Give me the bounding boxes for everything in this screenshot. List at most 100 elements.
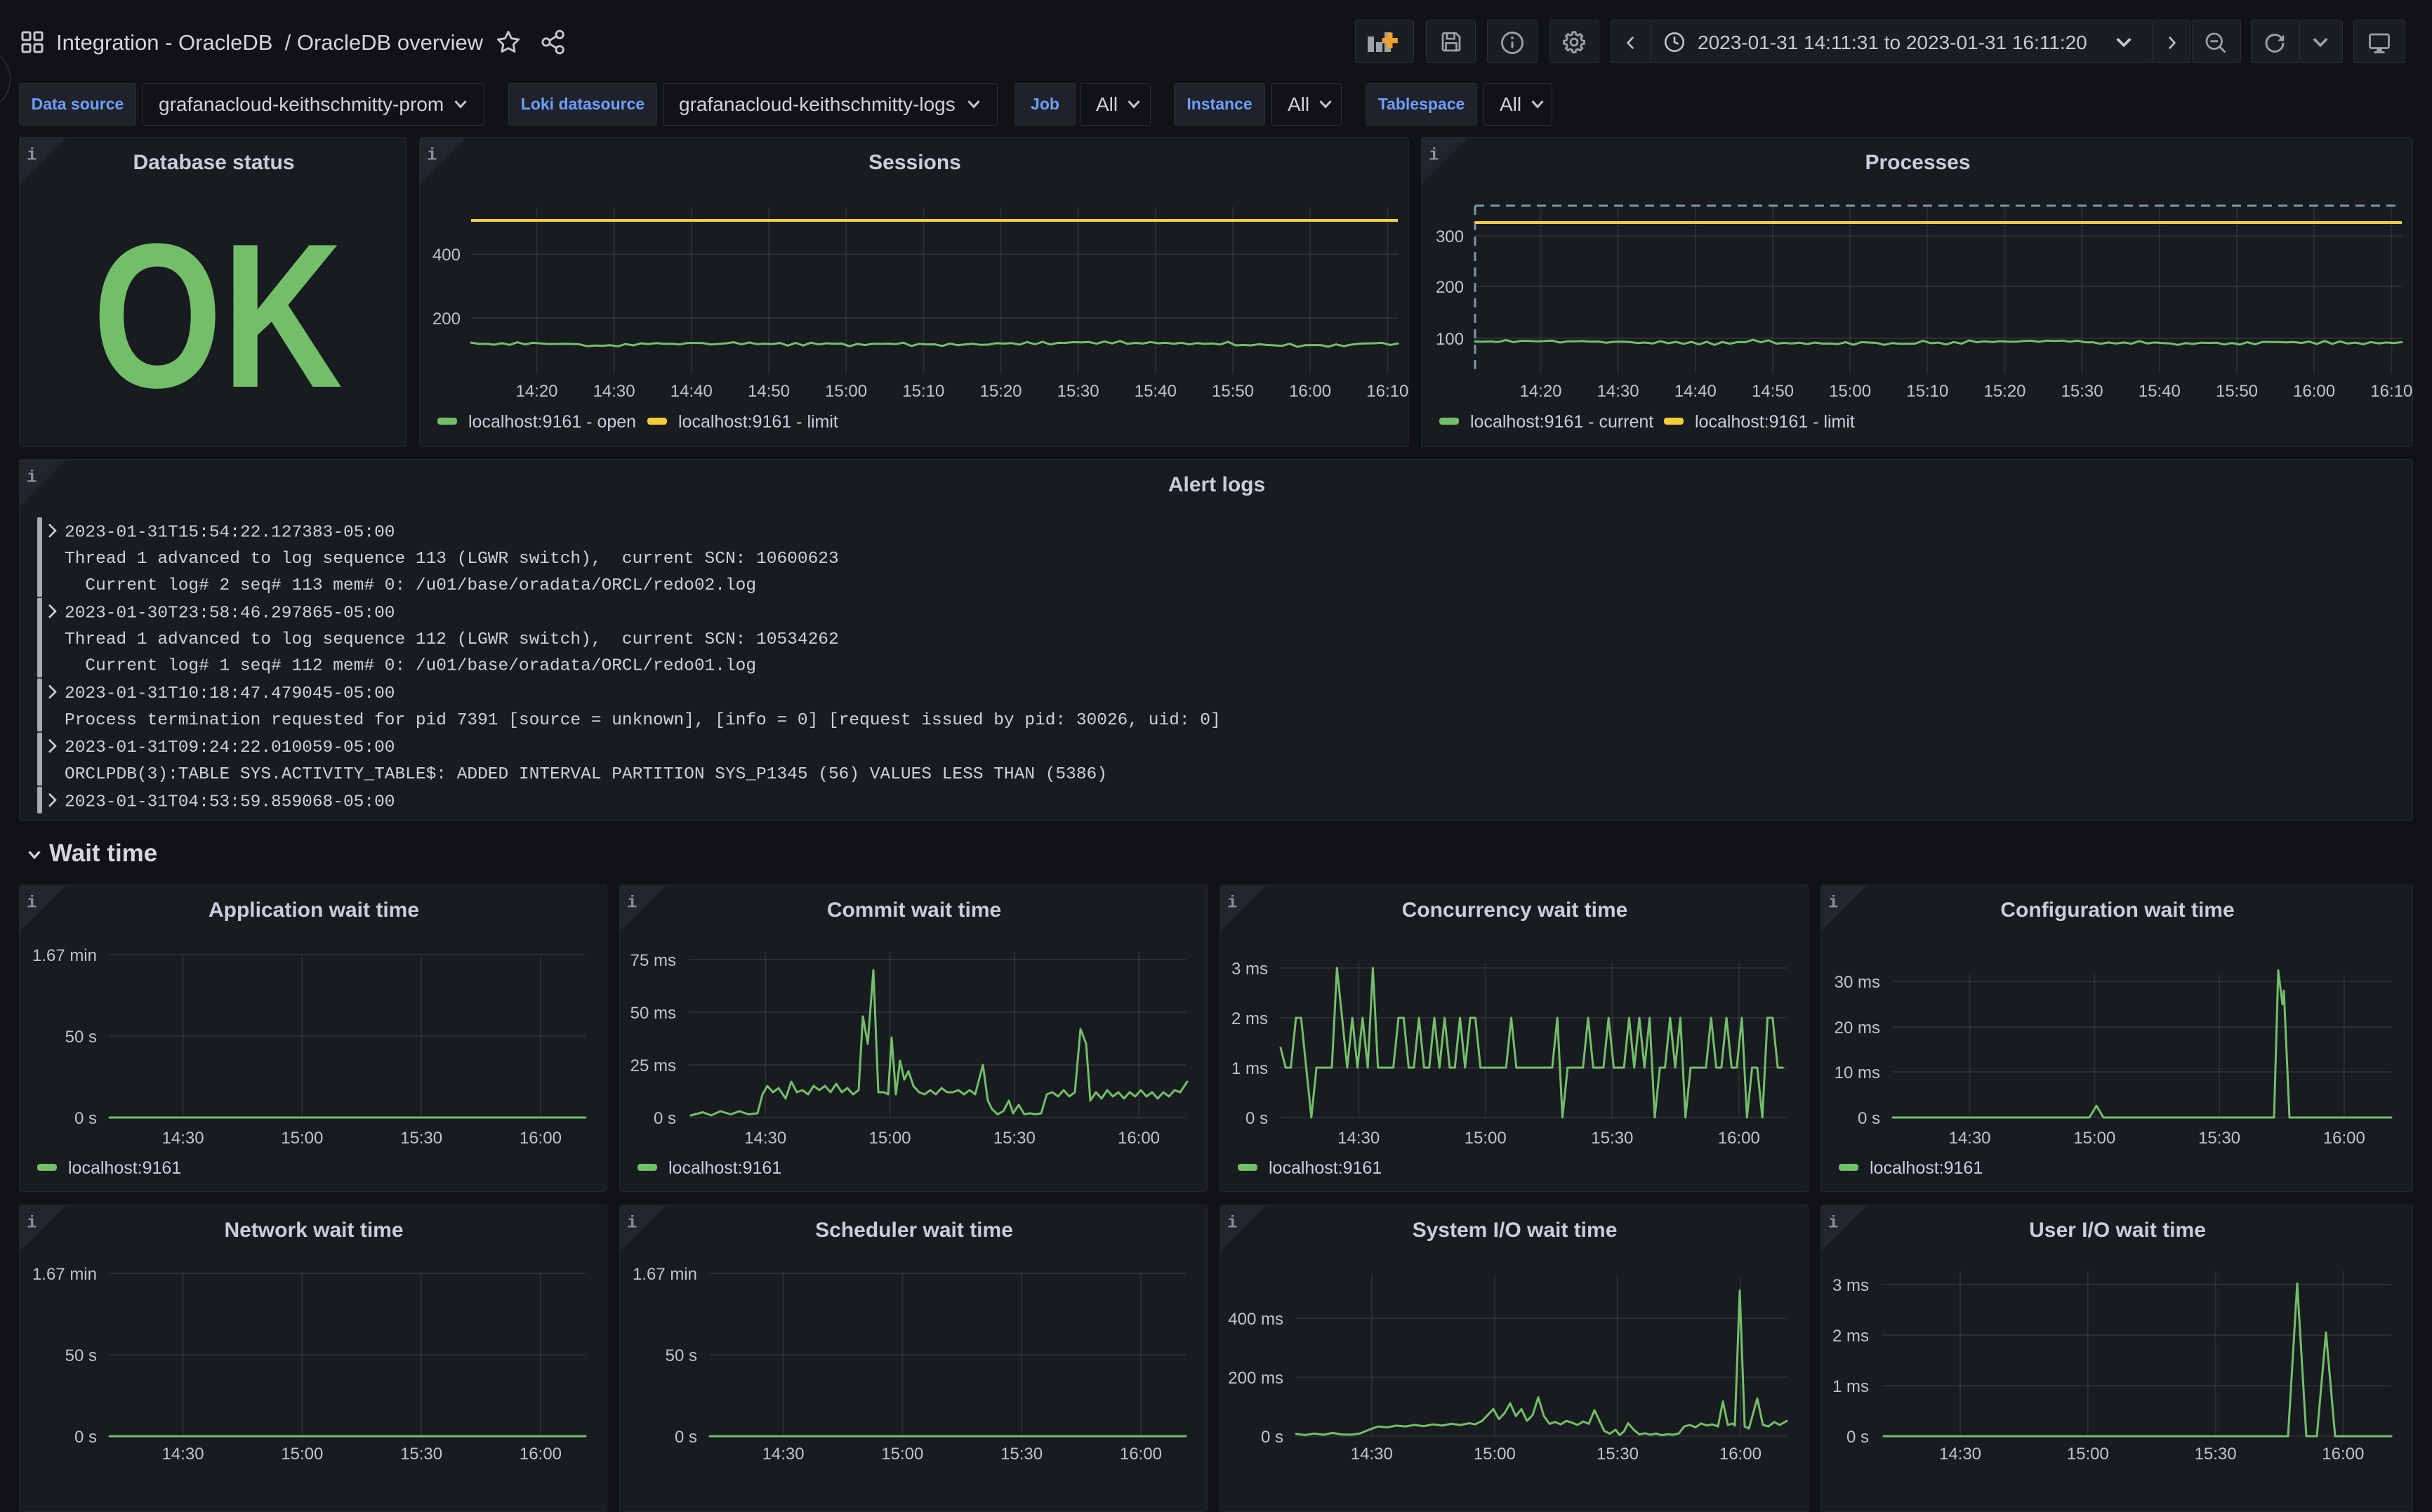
svg-text:Processes: Processes xyxy=(1865,151,1970,174)
svg-text:15:00: 15:00 xyxy=(281,1445,323,1464)
svg-text:15:50: 15:50 xyxy=(1212,382,1254,401)
svg-text:50 s: 50 s xyxy=(65,1028,97,1047)
svg-text:System I/O wait time: System I/O wait time xyxy=(1413,1219,1618,1242)
svg-text:14:30: 14:30 xyxy=(1948,1129,1990,1148)
svg-text:localhost:9161: localhost:9161 xyxy=(1870,1158,1983,1178)
svg-text:15:30: 15:30 xyxy=(2195,1445,2237,1464)
svg-text:16:00: 16:00 xyxy=(520,1129,562,1148)
svg-text:i: i xyxy=(627,1214,637,1233)
svg-text:16:00: 16:00 xyxy=(2322,1445,2364,1464)
svg-text:15:00: 15:00 xyxy=(2073,1129,2115,1148)
svg-text:localhost:9161 - limit: localhost:9161 - limit xyxy=(678,412,838,432)
svg-text:2 ms: 2 ms xyxy=(1231,1009,1268,1028)
svg-text:i: i xyxy=(27,147,37,166)
svg-text:localhost:9161 - limit: localhost:9161 - limit xyxy=(1695,412,1855,432)
svg-text:16:00: 16:00 xyxy=(1120,1445,1162,1464)
svg-text:200 ms: 200 ms xyxy=(1228,1369,1283,1388)
svg-text:16:00: 16:00 xyxy=(2323,1129,2365,1148)
svg-text:15:00: 15:00 xyxy=(1465,1129,1507,1148)
svg-text:15:10: 15:10 xyxy=(1906,382,1948,401)
svg-text:localhost:9161 - current: localhost:9161 - current xyxy=(1470,412,1653,432)
svg-text:0 s: 0 s xyxy=(675,1428,697,1447)
svg-text:15:00: 15:00 xyxy=(2067,1445,2109,1464)
svg-text:i: i xyxy=(27,894,37,913)
svg-text:i: i xyxy=(627,894,637,913)
svg-text:2023-01-31T10:18:47.479045-05:: 2023-01-31T10:18:47.479045-05:00 xyxy=(65,684,395,703)
svg-text:14:30: 14:30 xyxy=(762,1445,805,1464)
svg-text:Thread 1 advanced to log seque: Thread 1 advanced to log sequence 113 (L… xyxy=(65,550,839,569)
svg-text:1.67 min: 1.67 min xyxy=(32,1265,97,1284)
svg-text:15:40: 15:40 xyxy=(2139,382,2181,401)
svg-text:16:10: 16:10 xyxy=(1366,382,1408,401)
svg-text:3 ms: 3 ms xyxy=(1832,1276,1869,1295)
svg-text:15:00: 15:00 xyxy=(1829,382,1871,401)
svg-text:25 ms: 25 ms xyxy=(630,1056,676,1075)
svg-text:15:00: 15:00 xyxy=(1474,1445,1516,1464)
svg-text:14:40: 14:40 xyxy=(670,382,713,401)
svg-text:15:30: 15:30 xyxy=(993,1129,1036,1148)
svg-text:localhost:9161 - open: localhost:9161 - open xyxy=(468,412,636,432)
svg-text:14:30: 14:30 xyxy=(593,382,635,401)
svg-text:20 ms: 20 ms xyxy=(1835,1019,1880,1037)
svg-text:14:20: 14:20 xyxy=(1519,382,1561,401)
svg-text:localhost:9161: localhost:9161 xyxy=(68,1158,181,1178)
svg-text:15:30: 15:30 xyxy=(1000,1445,1043,1464)
svg-text:i: i xyxy=(1227,1214,1237,1233)
svg-text:14:50: 14:50 xyxy=(1752,382,1794,401)
svg-text:i: i xyxy=(427,147,437,166)
svg-text:14:30: 14:30 xyxy=(1351,1445,1393,1464)
svg-text:200: 200 xyxy=(432,310,461,329)
svg-text:localhost:9161: localhost:9161 xyxy=(668,1158,781,1178)
svg-text:14:30: 14:30 xyxy=(1597,382,1639,401)
svg-text:16:00: 16:00 xyxy=(520,1445,562,1464)
svg-text:15:00: 15:00 xyxy=(281,1129,323,1148)
svg-text:Sessions: Sessions xyxy=(868,151,961,174)
svg-text:15:30: 15:30 xyxy=(1591,1129,1633,1148)
svg-text:15:30: 15:30 xyxy=(1597,1445,1639,1464)
svg-text:16:00: 16:00 xyxy=(2293,382,2335,401)
svg-text:Configuration wait time: Configuration wait time xyxy=(2000,898,2234,922)
svg-text:2023-01-31T09:24:22.010059-05:: 2023-01-31T09:24:22.010059-05:00 xyxy=(65,738,395,757)
svg-text:i: i xyxy=(27,469,37,488)
svg-text:75 ms: 75 ms xyxy=(630,951,676,970)
svg-text:14:50: 14:50 xyxy=(748,382,790,401)
svg-text:Network wait time: Network wait time xyxy=(224,1219,403,1242)
svg-text:16:00: 16:00 xyxy=(1289,382,1331,401)
svg-text:i: i xyxy=(1429,147,1439,166)
svg-text:16:10: 16:10 xyxy=(2370,382,2412,401)
svg-text:15:00: 15:00 xyxy=(881,1445,923,1464)
svg-text:0 s: 0 s xyxy=(1261,1428,1283,1447)
svg-text:1 ms: 1 ms xyxy=(1832,1377,1869,1396)
svg-text:15:30: 15:30 xyxy=(400,1445,442,1464)
svg-text:1.67 min: 1.67 min xyxy=(633,1265,697,1284)
svg-text:15:50: 15:50 xyxy=(2216,382,2258,401)
svg-text:15:30: 15:30 xyxy=(400,1129,442,1148)
svg-text:ORCLPDB(3):TABLE SYS.ACTIVITY_: ORCLPDB(3):TABLE SYS.ACTIVITY_TABLE$: AD… xyxy=(65,765,1107,784)
svg-text:i: i xyxy=(1828,894,1838,913)
svg-text:2 ms: 2 ms xyxy=(1832,1327,1869,1346)
svg-text:2023-01-31T04:53:59.859068-05:: 2023-01-31T04:53:59.859068-05:00 xyxy=(65,793,395,811)
svg-text:14:30: 14:30 xyxy=(162,1445,204,1464)
svg-text:400: 400 xyxy=(432,246,461,265)
svg-text:localhost:9161: localhost:9161 xyxy=(1269,1158,1382,1178)
svg-text:16:00: 16:00 xyxy=(1719,1445,1762,1464)
svg-text:3 ms: 3 ms xyxy=(1231,960,1268,979)
svg-text:0 s: 0 s xyxy=(74,1109,97,1128)
svg-text:14:20: 14:20 xyxy=(515,382,557,401)
svg-text:16:00: 16:00 xyxy=(1718,1129,1760,1148)
svg-text:Application wait time: Application wait time xyxy=(209,898,419,922)
svg-text:Thread 1 advanced to log seque: Thread 1 advanced to log sequence 112 (L… xyxy=(65,630,839,649)
svg-text:OK: OK xyxy=(93,201,343,430)
svg-text:Concurrency wait time: Concurrency wait time xyxy=(1402,898,1628,922)
svg-text:i: i xyxy=(1828,1214,1838,1233)
svg-text:200: 200 xyxy=(1436,278,1464,297)
svg-text:15:00: 15:00 xyxy=(868,1129,911,1148)
svg-text:400 ms: 400 ms xyxy=(1228,1310,1283,1329)
svg-text:0 s: 0 s xyxy=(1858,1109,1880,1128)
svg-text:15:30: 15:30 xyxy=(1057,382,1099,401)
svg-text:50 s: 50 s xyxy=(666,1346,697,1365)
svg-text:15:00: 15:00 xyxy=(825,382,867,401)
svg-text:Process termination requested: Process termination requested for pid 73… xyxy=(65,711,1221,730)
svg-text:14:40: 14:40 xyxy=(1674,382,1717,401)
svg-text:Current log# 2 seq# 113 mem# 0: Current log# 2 seq# 113 mem# 0: /u01/bas… xyxy=(65,576,756,595)
